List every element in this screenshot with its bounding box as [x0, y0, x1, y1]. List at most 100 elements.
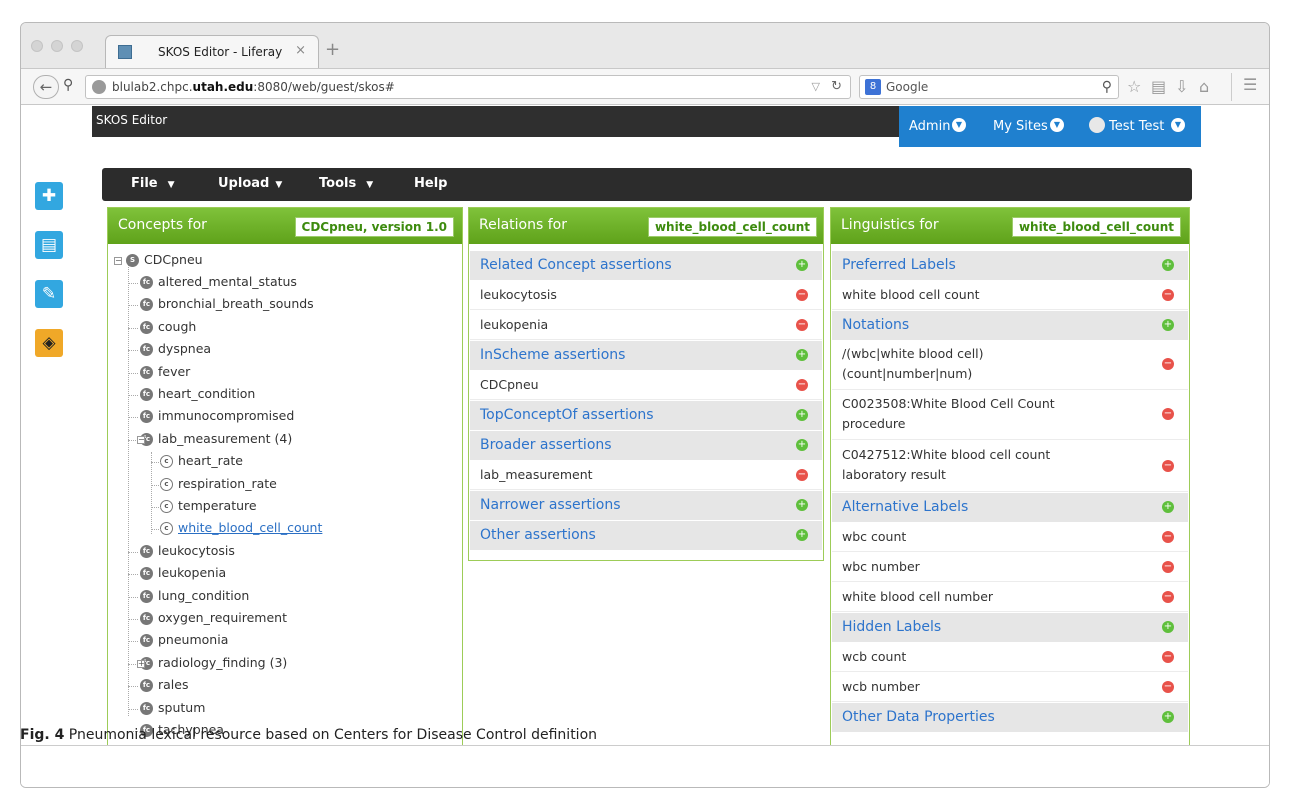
collapse-icon[interactable]: −	[114, 257, 122, 265]
tree-line	[128, 619, 138, 620]
downloads-icon[interactable]: ⇩	[1175, 77, 1188, 96]
add-icon[interactable]: +	[1162, 621, 1174, 633]
remove-icon[interactable]: −	[1162, 408, 1174, 420]
tree-item[interactable]: fc sputum	[140, 700, 205, 718]
chevron-down-icon[interactable]: ▼	[952, 118, 966, 132]
add-icon[interactable]: +	[1162, 319, 1174, 331]
remove-icon[interactable]: −	[796, 319, 808, 331]
remove-icon[interactable]: −	[1162, 289, 1174, 301]
scheme-badge: CDCpneu, version 1.0	[294, 217, 454, 237]
upload-menu[interactable]: Upload ▼	[218, 176, 282, 191]
add-icon[interactable]: +	[796, 439, 808, 451]
tree-item[interactable]: fc heart_condition	[140, 386, 255, 404]
tree-item[interactable]: fc radiology_finding (3)	[140, 655, 287, 673]
address-bar[interactable]: blulab2.chpc.utah.edu:8080/web/guest/sko…	[85, 75, 851, 99]
tree-item[interactable]: fc leukopenia	[140, 565, 226, 583]
tree-root[interactable]: S CDCpneu	[126, 252, 203, 270]
list-item: C0427512:White blood cell count laborator…	[832, 440, 1188, 492]
remove-icon[interactable]: −	[1162, 651, 1174, 663]
close-window-button[interactable]	[31, 40, 43, 52]
search-input[interactable]: 8 Google ⚲	[859, 75, 1119, 99]
search-placeholder: Google	[886, 80, 929, 94]
globe-icon	[92, 80, 106, 94]
tree-item[interactable]: fc dyspnea	[140, 341, 211, 359]
back-button[interactable]: ←	[33, 75, 59, 99]
tree-item[interactable]: c respiration_rate	[160, 476, 277, 494]
add-icon[interactable]: +	[796, 499, 808, 511]
relations-panel-header: Relations for white_blood_cell_count	[469, 208, 823, 244]
toolbar: ← ⚲ blulab2.chpc.utah.edu:8080/web/guest…	[21, 68, 1269, 105]
remove-icon[interactable]: −	[1162, 561, 1174, 573]
tree-item[interactable]: fc rales	[140, 677, 188, 695]
inscheme-section: InScheme assertions +	[470, 340, 822, 370]
history-dropdown-icon[interactable]: ▽	[812, 80, 820, 93]
tree-item[interactable]: fc leukocytosis	[140, 543, 235, 561]
list-item: white blood cell number −	[832, 582, 1188, 612]
tree-item[interactable]: fc lung_condition	[140, 588, 249, 606]
collapse-icon[interactable]: −	[137, 435, 145, 444]
tree-item[interactable]: c white_blood_cell_count	[160, 520, 322, 538]
tools-menu[interactable]: Tools ▼	[319, 176, 373, 191]
tab-bar: SKOS Editor - Liferay × +	[21, 23, 1269, 69]
remove-icon[interactable]: −	[796, 289, 808, 301]
avatar[interactable]	[1089, 117, 1105, 133]
remove-icon[interactable]: −	[796, 469, 808, 481]
add-icon[interactable]: +	[1162, 259, 1174, 271]
edit-icon[interactable]: ✎	[35, 280, 63, 308]
fuzzy-concept-icon: fc	[140, 343, 153, 357]
file-menu[interactable]: File ▼	[131, 176, 175, 191]
reload-icon[interactable]: ↻	[831, 79, 842, 94]
tree-item[interactable]: fc bronchial_breath_sounds	[140, 296, 314, 314]
figure-caption: Fig. 4 Pneumonia lexical resource based …	[20, 727, 598, 743]
add-icon[interactable]: +	[796, 409, 808, 421]
add-icon[interactable]: +	[796, 529, 808, 541]
tree-item[interactable]: c heart_rate	[160, 453, 243, 471]
narrower-section: Narrower assertions +	[470, 490, 822, 520]
tree-item[interactable]: fc lab_measurement (4)	[140, 431, 292, 449]
tab-close-icon[interactable]: ×	[295, 43, 306, 58]
add-icon[interactable]: +	[796, 259, 808, 271]
remove-icon[interactable]: −	[1162, 460, 1174, 472]
tree-line	[128, 641, 138, 643]
tree-item[interactable]: fc altered_mental_status	[140, 274, 297, 292]
add-icon[interactable]: ✚	[35, 182, 63, 210]
add-icon[interactable]: +	[796, 349, 808, 361]
search-icon[interactable]: ⚲	[1102, 79, 1112, 95]
reading-list-icon[interactable]: ▤	[1151, 77, 1166, 96]
add-icon[interactable]: +	[1162, 501, 1174, 513]
tree-item[interactable]: fc fever	[140, 364, 190, 382]
chevron-down-icon[interactable]: ▼	[1171, 118, 1185, 132]
zoom-window-button[interactable]	[71, 40, 83, 52]
help-menu[interactable]: Help	[414, 176, 447, 191]
remove-icon[interactable]: −	[1162, 681, 1174, 693]
tree-item[interactable]: fc cough	[140, 319, 196, 337]
remove-icon[interactable]: −	[1162, 591, 1174, 603]
tree-item[interactable]: c temperature	[160, 498, 257, 516]
home-icon[interactable]: ⌂	[1199, 77, 1209, 96]
remove-icon[interactable]: −	[1162, 531, 1174, 543]
tree-line	[128, 283, 138, 284]
my-sites-menu[interactable]: My Sites	[993, 119, 1048, 134]
fuzzy-concept-icon: fc	[140, 365, 153, 379]
list-item: leukocytosis −	[470, 280, 822, 310]
google-search-engine-icon[interactable]: 8	[865, 79, 881, 95]
editor-menubar: File ▼ Upload ▼ Tools ▼ Help	[102, 168, 1192, 201]
add-icon[interactable]: +	[1162, 711, 1174, 723]
tree-item[interactable]: fc pneumonia	[140, 632, 228, 650]
remove-icon[interactable]: −	[796, 379, 808, 391]
expand-icon[interactable]: +	[137, 659, 145, 668]
chevron-down-icon[interactable]: ▼	[1050, 118, 1064, 132]
admin-menu[interactable]: Admin	[909, 119, 950, 134]
tree-item[interactable]: fc immunocompromised	[140, 408, 294, 426]
minimize-window-button[interactable]	[51, 40, 63, 52]
tree-item[interactable]: fc oxygen_requirement	[140, 610, 287, 628]
browser-tab[interactable]: SKOS Editor - Liferay ×	[105, 35, 319, 69]
hide-eye-icon[interactable]: ◈	[35, 329, 63, 357]
user-menu[interactable]: Test Test	[1109, 119, 1164, 134]
new-tab-button[interactable]: +	[325, 39, 340, 60]
bookmark-star-icon[interactable]: ☆	[1127, 77, 1141, 96]
monitor-icon[interactable]: ▤	[35, 231, 63, 259]
hamburger-menu-icon[interactable]: ☰	[1243, 75, 1257, 94]
remove-icon[interactable]: −	[1162, 358, 1174, 370]
broader-section: Broader assertions +	[470, 430, 822, 460]
